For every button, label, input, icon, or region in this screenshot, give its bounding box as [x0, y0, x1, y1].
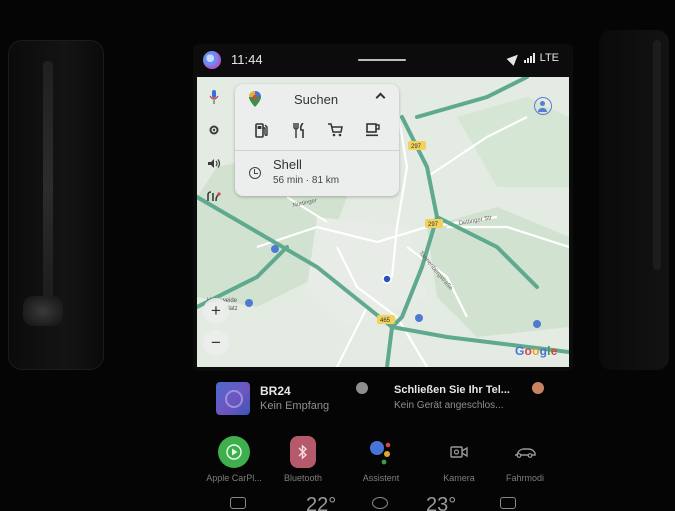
dock-label: Apple CarPl... [206, 473, 262, 483]
google-attribution: Google [515, 344, 558, 358]
status-indicators: LTE [506, 50, 559, 66]
gas-station-button[interactable] [252, 120, 272, 140]
recent-destination-name[interactable]: Shell [273, 157, 302, 172]
bezel-vent-right [653, 40, 661, 270]
bezel-knob [23, 296, 63, 326]
speaker-icon [207, 158, 220, 168]
sound-button[interactable] [203, 152, 225, 174]
grocery-button[interactable] [326, 120, 346, 140]
infotainment-screen: 11:44 LTE 297 297 465 Nürtinger Dettinge… [193, 44, 573, 371]
phone-icon [532, 382, 544, 394]
network-type: LTE [539, 52, 559, 64]
motorway-marker [245, 299, 253, 307]
alternate-routes-icon [207, 191, 221, 202]
route-options-button[interactable] [203, 185, 225, 207]
zoom-out-button[interactable]: − [203, 330, 229, 356]
forest-area [457, 97, 569, 187]
dock-label: Bluetooth [283, 473, 323, 483]
dock-item-assistant[interactable]: Assistent [345, 436, 417, 483]
dock-item-carplay[interactable]: Apple CarPl... [198, 436, 270, 483]
dock-label: Assistent [362, 473, 400, 483]
radio-icon [356, 382, 368, 394]
status-bar: 11:44 LTE [193, 44, 573, 76]
phone-subtitle: Kein Gerät angeschlos... [394, 400, 504, 411]
media-subtitle: Kein Empfang [260, 400, 330, 412]
fan-icon[interactable] [372, 497, 388, 509]
chevron-up-icon[interactable] [375, 92, 386, 103]
phone-title[interactable]: Schließen Sie Ihr Tel... [394, 384, 510, 396]
left-temperature[interactable]: 22° [306, 494, 336, 511]
bluetooth-icon [290, 436, 316, 468]
zoom-controls: + − [203, 298, 229, 356]
motorway-marker [271, 245, 279, 253]
shopping-cart-icon [328, 123, 343, 137]
dock-label: Kamera [443, 473, 475, 483]
right-bezel [599, 30, 669, 370]
google-assistant-icon[interactable] [203, 51, 221, 69]
current-location-dot [382, 274, 392, 284]
motorway-marker [533, 320, 541, 328]
google-maps-icon [249, 91, 261, 107]
gear-icon [209, 125, 219, 135]
camera-icon [443, 436, 475, 468]
restaurant-button[interactable] [289, 120, 309, 140]
carplay-icon [218, 436, 250, 468]
search-bar[interactable]: Suchen [235, 84, 399, 114]
seat-heat-icon[interactable] [500, 497, 516, 509]
microphone-button[interactable] [203, 86, 225, 108]
settings-button[interactable] [203, 119, 225, 141]
status-handle[interactable] [358, 59, 406, 61]
right-temperature[interactable]: 23° [426, 494, 456, 511]
history-clock-icon [249, 167, 261, 179]
coffee-cup-icon [365, 123, 380, 137]
microphone-icon [209, 90, 219, 104]
bezel-vent [43, 61, 53, 311]
media-title[interactable]: BR24 [260, 384, 291, 398]
assistant-icon [365, 436, 397, 468]
search-label: Suchen [294, 92, 339, 107]
status-time: 11:44 [231, 52, 263, 67]
recent-destination-eta: 56 min · 81 km [273, 175, 340, 186]
left-bezel [8, 40, 104, 370]
map-side-rail [197, 77, 231, 207]
signal-strength-icon [523, 53, 535, 63]
radio-station-artwork[interactable] [216, 382, 250, 415]
fork-knife-icon [292, 122, 304, 138]
highway-shield-label: 465 [380, 318, 391, 324]
motorway-marker [415, 314, 423, 322]
gas-station-icon [254, 122, 268, 138]
dock-label: Fahrmodi [505, 473, 544, 483]
highway-shield-label: 297 [411, 144, 422, 150]
navigation-arrow-icon [506, 50, 522, 66]
coffee-button[interactable] [363, 120, 383, 140]
card-divider [235, 150, 399, 151]
category-shortcuts [235, 120, 399, 144]
defrost-icon[interactable] [230, 497, 246, 509]
search-card: Suchen Shell 56 min · 81 km [235, 84, 399, 196]
dock-item-camera[interactable]: Kamera [423, 436, 495, 483]
dock-item-bluetooth[interactable]: Bluetooth [267, 436, 339, 483]
account-avatar-icon[interactable] [534, 97, 552, 115]
highway-shield-label: 297 [428, 222, 439, 228]
drive-mode-icon [509, 436, 541, 468]
dock-item-drive-modes[interactable]: Fahrmodi [489, 436, 561, 483]
zoom-in-button[interactable]: + [203, 298, 229, 324]
